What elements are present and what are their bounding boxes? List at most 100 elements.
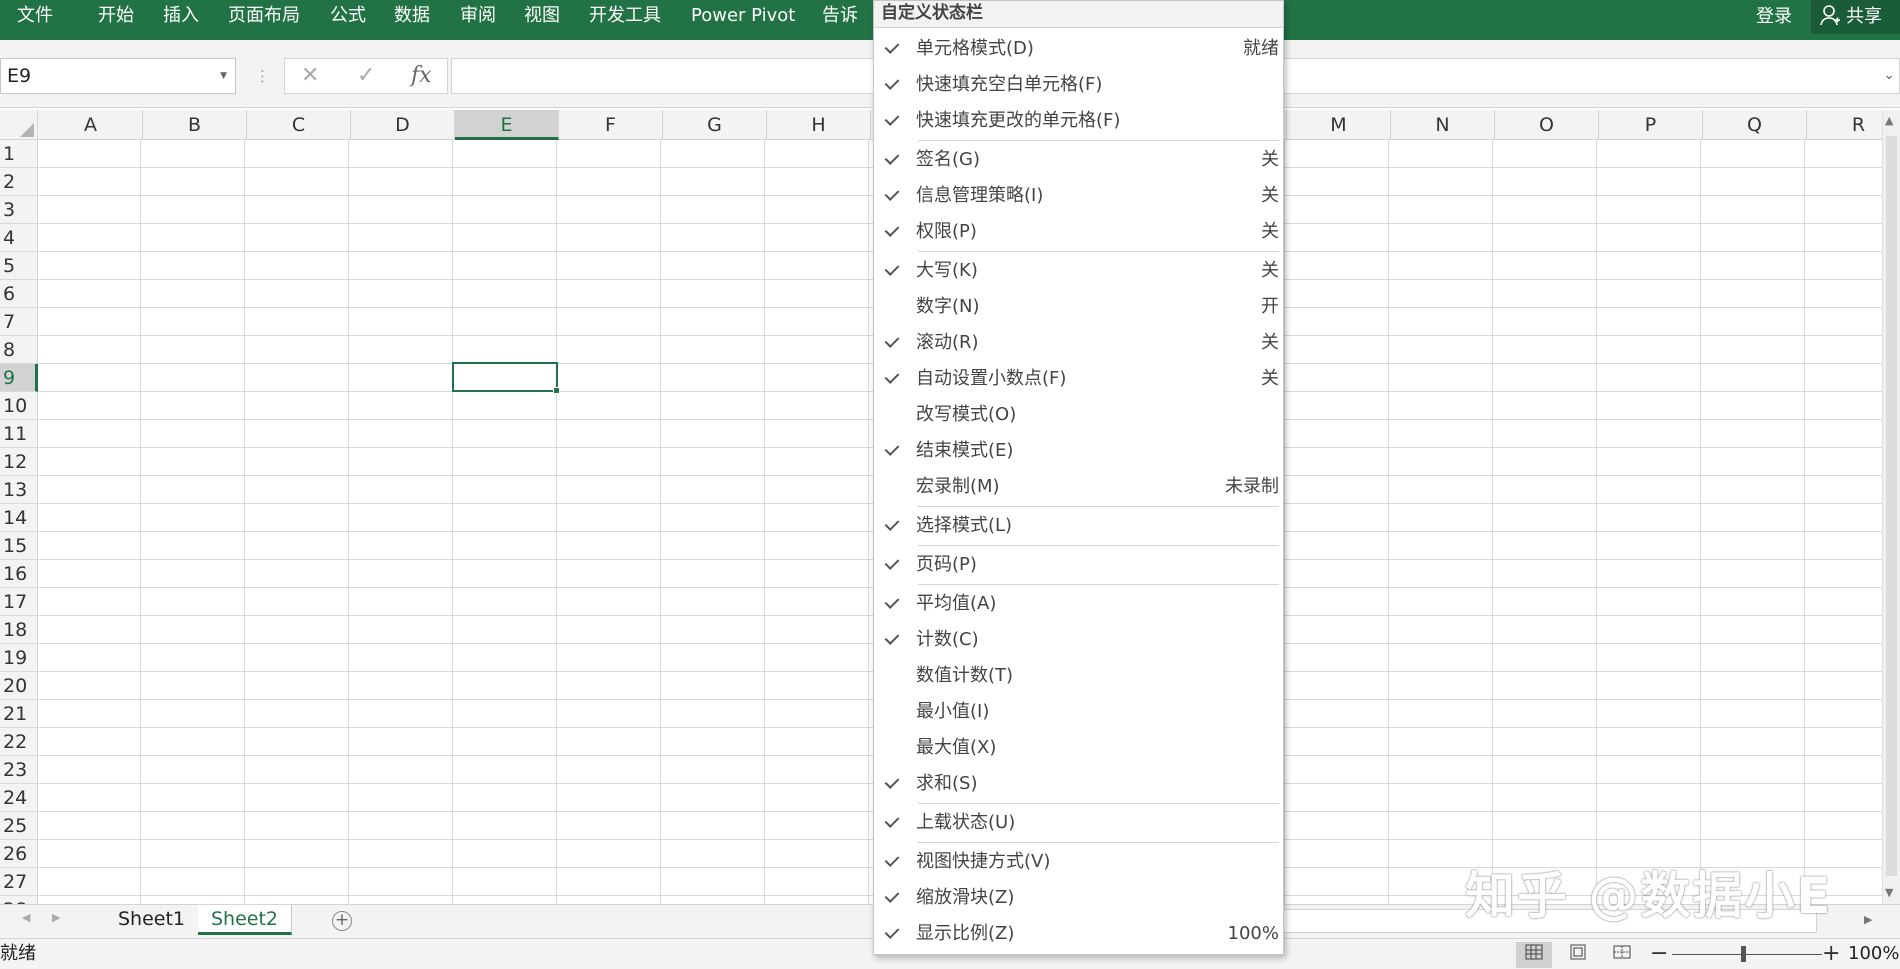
zoom-level[interactable]: 100% (1848, 941, 1899, 967)
insert-function-icon[interactable]: fx (411, 59, 432, 93)
menu-item[interactable]: 数值计数(T) (874, 658, 1283, 694)
ribbon-tab[interactable]: 插入 (163, 0, 199, 34)
normal-view-icon[interactable] (1516, 942, 1552, 968)
sheet-tab[interactable]: Sheet1 (105, 905, 200, 935)
row-header[interactable]: 6 (0, 280, 38, 308)
row-header[interactable]: 8 (0, 336, 38, 364)
ribbon-tab[interactable]: 开始 (98, 0, 134, 34)
page-break-view-icon[interactable] (1604, 942, 1640, 968)
sheet-tab[interactable]: Sheet2 (198, 905, 293, 935)
cancel-icon[interactable]: ✕ (301, 59, 319, 93)
row-header[interactable]: 7 (0, 308, 38, 336)
row-header[interactable]: 21 (0, 700, 38, 728)
enter-icon[interactable]: ✓ (357, 59, 375, 93)
menu-item[interactable]: 上载状态(U) (874, 805, 1283, 841)
ribbon-tab[interactable]: 开发工具 (589, 0, 661, 34)
column-header[interactable]: Q (1703, 110, 1807, 140)
ribbon-tab[interactable]: 视图 (524, 0, 560, 34)
zoom-out-icon[interactable]: − (1650, 939, 1668, 969)
zoom-in-icon[interactable]: + (1822, 939, 1840, 969)
active-cell[interactable] (452, 362, 560, 394)
zoom-slider[interactable] (1672, 954, 1822, 955)
row-header[interactable]: 20 (0, 672, 38, 700)
column-header[interactable]: A (39, 110, 143, 140)
row-header[interactable]: 13 (0, 476, 38, 504)
menu-item[interactable]: 计数(C) (874, 622, 1283, 658)
menu-item[interactable]: 权限(P) 关 (874, 214, 1283, 250)
page-layout-view-icon[interactable] (1560, 942, 1596, 968)
row-header[interactable]: 10 (0, 392, 38, 420)
scroll-up-icon[interactable]: ▲ (1885, 114, 1893, 127)
row-header[interactable]: 24 (0, 784, 38, 812)
column-header[interactable]: M (1287, 110, 1391, 140)
chevron-down-icon[interactable]: ▼ (220, 59, 227, 93)
row-header[interactable]: 3 (0, 196, 38, 224)
menu-item[interactable]: 最大值(X) (874, 730, 1283, 766)
row-header[interactable]: 22 (0, 728, 38, 756)
select-all-corner[interactable] (0, 110, 38, 140)
login-link[interactable]: 登录 (1756, 0, 1792, 34)
row-header[interactable]: 15 (0, 532, 38, 560)
menu-item[interactable]: 求和(S) (874, 766, 1283, 802)
row-header[interactable]: 16 (0, 560, 38, 588)
row-header[interactable]: 18 (0, 616, 38, 644)
menu-item[interactable]: 滚动(R) 关 (874, 325, 1283, 361)
row-header[interactable]: 25 (0, 812, 38, 840)
column-header[interactable]: P (1599, 110, 1703, 140)
expand-formula-icon[interactable]: ⌄ (1883, 67, 1895, 83)
add-sheet-icon[interactable]: + (332, 911, 352, 931)
menu-item[interactable]: 页码(P) (874, 547, 1283, 583)
menu-item[interactable]: 数字(N) 开 (874, 289, 1283, 325)
menu-item[interactable]: 最小值(I) (874, 694, 1283, 730)
prev-sheet-icon[interactable]: ◀ (22, 911, 30, 924)
row-header[interactable]: 17 (0, 588, 38, 616)
column-header[interactable]: F (559, 110, 663, 140)
menu-item[interactable]: 签名(G) 关 (874, 142, 1283, 178)
ribbon-tab[interactable]: 告诉 (822, 0, 858, 34)
menu-item[interactable]: 选择模式(L) (874, 508, 1283, 544)
column-header[interactable]: O (1495, 110, 1599, 140)
row-header[interactable]: 5 (0, 252, 38, 280)
ribbon-tab[interactable]: 数据 (394, 0, 430, 34)
resize-handle[interactable]: ⋮ (255, 58, 270, 94)
column-header[interactable]: B (143, 110, 247, 140)
column-header[interactable]: E (455, 110, 559, 140)
ribbon-tab[interactable]: 公式 (330, 0, 366, 34)
menu-item[interactable]: 单元格模式(D) 就绪 (874, 31, 1283, 67)
menu-item[interactable]: 缩放滑块(Z) (874, 880, 1283, 916)
row-header[interactable]: 26 (0, 840, 38, 868)
row-header[interactable]: 2 (0, 168, 38, 196)
ribbon-tab[interactable]: 页面布局 (228, 0, 300, 34)
zoom-slider-knob[interactable] (1741, 946, 1746, 962)
ribbon-tab[interactable]: 文件 (17, 0, 53, 34)
column-header[interactable]: N (1391, 110, 1495, 140)
row-header[interactable]: 23 (0, 756, 38, 784)
menu-item[interactable]: 平均值(A) (874, 586, 1283, 622)
menu-item[interactable]: 改写模式(O) (874, 397, 1283, 433)
column-header[interactable]: H (767, 110, 871, 140)
column-header[interactable]: G (663, 110, 767, 140)
column-header[interactable]: C (247, 110, 351, 140)
share-button[interactable]: 共享 (1811, 0, 1900, 34)
menu-item[interactable]: 自动设置小数点(F) 关 (874, 361, 1283, 397)
row-header[interactable]: 1 (0, 140, 38, 168)
menu-item[interactable]: 视图快捷方式(V) (874, 844, 1283, 880)
row-header[interactable]: 12 (0, 448, 38, 476)
ribbon-tab[interactable]: 审阅 (460, 0, 496, 34)
row-header[interactable]: 27 (0, 868, 38, 896)
vertical-scrollbar[interactable]: ▲ ▼ (1882, 110, 1900, 904)
row-header[interactable]: 11 (0, 420, 38, 448)
column-header[interactable]: D (351, 110, 455, 140)
row-header[interactable]: 9 (0, 364, 38, 392)
menu-item[interactable]: 快速填充更改的单元格(F) (874, 103, 1283, 139)
scroll-thumb[interactable] (1886, 136, 1897, 876)
row-header[interactable]: 14 (0, 504, 38, 532)
ribbon-tab[interactable]: Power Pivot (691, 0, 795, 34)
row-header[interactable]: 4 (0, 224, 38, 252)
menu-item[interactable]: 大写(K) 关 (874, 253, 1283, 289)
menu-item[interactable]: 结束模式(E) (874, 433, 1283, 469)
menu-item[interactable]: 快速填充空白单元格(F) (874, 67, 1283, 103)
scroll-down-icon[interactable]: ▼ (1885, 886, 1893, 899)
name-box[interactable]: E9 ▼ (0, 58, 236, 94)
menu-item[interactable]: 信息管理策略(I) 关 (874, 178, 1283, 214)
